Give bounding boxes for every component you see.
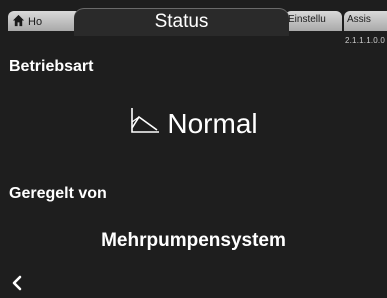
menu-id: 2.1.1.1.0.0 (344, 36, 385, 45)
tab-status[interactable]: Status (74, 8, 289, 36)
tab-assist[interactable]: Assis (344, 11, 387, 31)
controlled-by-label: Geregelt von (9, 185, 107, 202)
curve-chart-icon (131, 108, 160, 133)
tab-bar: Ho Einstellu Assis Status (0, 0, 387, 36)
chevron-left-icon[interactable] (9, 274, 25, 292)
operating-mode-text: Normal (167, 108, 258, 139)
tab-home[interactable]: Ho (8, 11, 81, 31)
operating-mode-label: Betriebsart (9, 58, 94, 75)
tab-settings[interactable]: Einstellu (285, 11, 342, 31)
controlled-by-value: Mehrpumpensystem (101, 230, 286, 251)
operating-mode-value: Normal (0, 106, 387, 140)
home-icon (12, 14, 25, 27)
tab-home-label: Ho (28, 16, 43, 28)
